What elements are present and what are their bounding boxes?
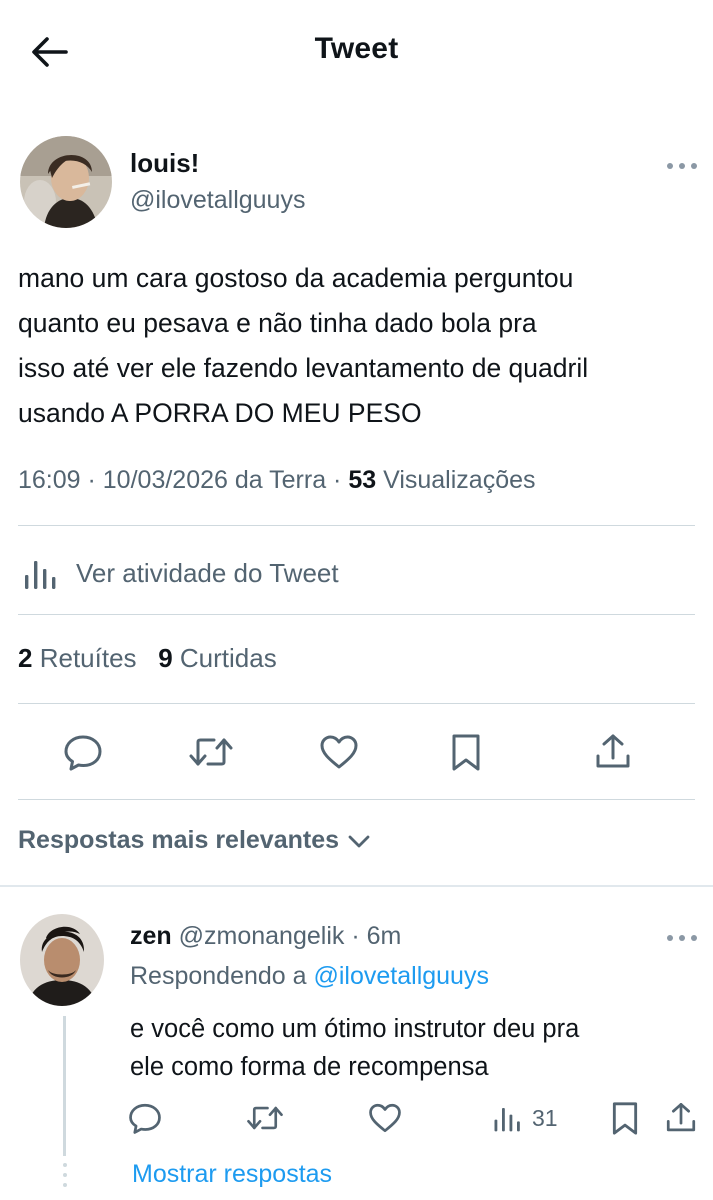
reply-author-handle[interactable]: @zmonangelik [179,922,345,950]
views-count: 53 [348,466,377,494]
reply-button[interactable] [60,729,106,775]
retweets-stat[interactable]: 2 Retuítes [18,643,137,673]
tweet-date[interactable]: 10/03/2026 da Terra [103,466,326,494]
reply-avatar[interactable] [20,914,104,1006]
reply-more-button[interactable] [662,928,702,948]
retweets-count: 2 [18,643,33,673]
share-icon [596,734,630,768]
reply-like-button[interactable] [368,1097,402,1139]
retweet-icon [247,1106,283,1130]
reply-views-count: 31 [532,1104,558,1131]
more-horizontal-icon [667,935,697,941]
view-activity-button[interactable]: Ver atividade do Tweet [22,553,339,593]
tweet-more-button[interactable] [662,156,702,176]
author-name[interactable]: louis! [130,148,199,179]
views-label: Visualizações [383,466,536,494]
reply-share-button[interactable] [664,1097,698,1139]
replies-sort-label: Respostas mais relevantes [18,826,340,854]
reply-retweet-button[interactable] [246,1097,284,1139]
reply-text: e você como um ótimo instrutor deu pra e… [130,1010,690,1086]
likes-label: Curtidas [179,643,277,673]
tweet-text-line: mano um cara gostoso da academia pergunt… [18,263,574,293]
tweet-time[interactable]: 16:09 [18,466,81,494]
author-avatar[interactable] [20,136,112,228]
reply-header: zen @zmonangelik · 6m [130,922,402,950]
divider [18,525,695,526]
bookmark-button[interactable] [443,729,489,775]
replying-to: Respondendo a @ilovetallguuys [130,962,489,991]
reply-text-line: e você como um ótimo instrutor deu pra [130,1015,580,1043]
replies-sort-dropdown[interactable]: Respostas mais relevantes [18,826,373,855]
divider [18,703,695,704]
tweet-text-line: quanto eu pesava e não tinha dado bola p… [18,308,537,338]
engagement-stats: 2 Retuítes 9 Curtidas [18,643,277,674]
divider [18,614,695,615]
reply-author-name[interactable]: zen [130,922,172,950]
reply-time[interactable]: 6m [367,922,402,950]
reply-text-line: ele como forma de recompensa [130,1053,489,1081]
share-button[interactable] [590,729,636,775]
view-activity-label: Ver atividade do Tweet [76,557,339,588]
heart-icon [320,735,358,769]
share-icon [666,1103,696,1132]
replying-to-link[interactable]: @ilovetallguuys [314,962,489,990]
section-separator [0,885,713,887]
thread-dots [61,1162,69,1188]
bar-chart-icon [25,561,56,589]
speech-bubble-icon [64,735,102,771]
tweet-text-line: isso até ver ele fazendo levantamento de… [18,353,589,383]
more-horizontal-icon [667,163,697,169]
replying-to-prefix: Respondendo a [130,962,307,990]
tweet-text: mano um cara gostoso da academia pergunt… [18,256,708,436]
reply-views-button[interactable]: 31 [492,1097,558,1139]
show-replies-link[interactable]: Mostrar respostas [132,1160,332,1189]
heart-icon [369,1103,401,1133]
tweet-meta: 16:09 · 10/03/2026 da Terra · 53 Visuali… [18,466,536,494]
chevron-down-icon [348,835,370,847]
reply-reply-button[interactable] [128,1097,162,1139]
bookmark-icon [452,734,480,771]
retweets-label: Retuítes [39,643,137,673]
thread-connector-line [63,1016,66,1156]
bar-chart-icon [494,1108,520,1132]
speech-bubble-icon [129,1103,161,1134]
tweet-text-line: usando A PORRA DO MEU PESO [18,398,422,428]
divider [18,799,695,800]
likes-stat[interactable]: 9 Curtidas [158,643,277,673]
bookmark-icon [612,1102,638,1135]
retweet-button[interactable] [188,729,234,775]
like-button[interactable] [316,729,362,775]
page-title: Tweet [314,32,399,65]
reply-bookmark-button[interactable] [609,1097,641,1139]
retweet-icon [189,738,233,766]
author-handle[interactable]: @ilovetallguuys [130,186,305,215]
likes-count: 9 [158,643,173,673]
